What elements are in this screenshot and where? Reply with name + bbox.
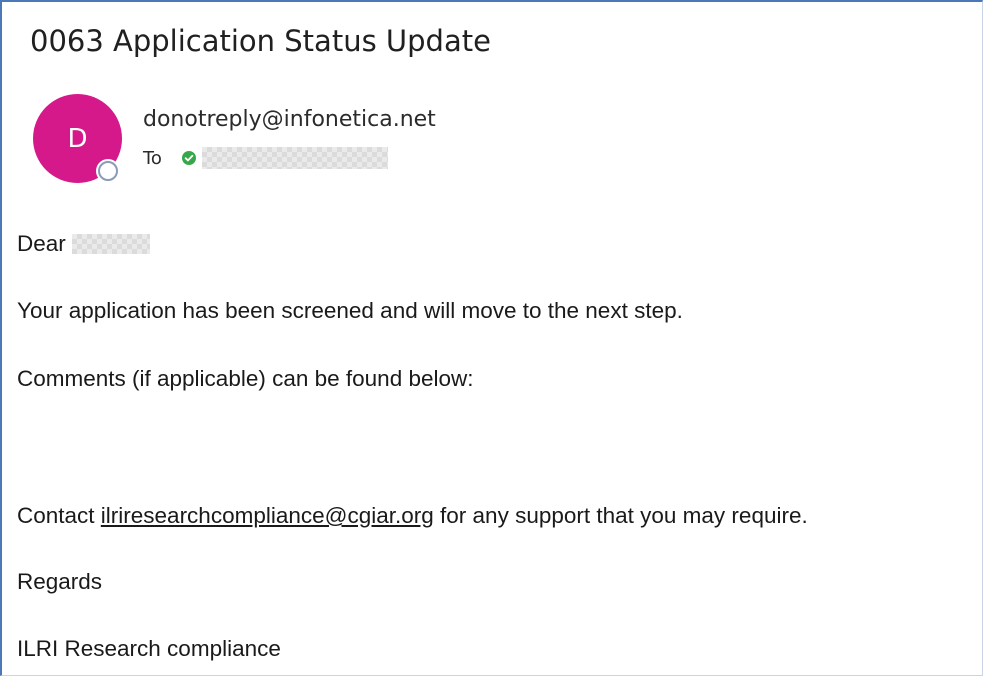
sender-address[interactable]: donotreply@infonetica.net <box>143 107 436 132</box>
greeting-line: Dear <box>17 231 150 257</box>
comments-intro: Comments (if applicable) can be found be… <box>17 366 474 391</box>
closing-line: Regards <box>17 569 103 594</box>
email-reading-pane: 0063 Application Status Update D donotre… <box>0 0 983 676</box>
recipient-row: To <box>143 146 388 170</box>
greeting-text: Dear <box>17 231 66 256</box>
contact-prefix: Contact <box>17 503 101 528</box>
to-label: To <box>143 147 162 169</box>
recipient-name-redacted <box>71 234 150 254</box>
email-subject: 0063 Application Status Update <box>30 24 491 58</box>
recipient-redacted[interactable] <box>201 147 388 169</box>
check-circle-icon <box>181 151 196 165</box>
signature-line: ILRI Research compliance <box>17 636 281 661</box>
contact-suffix: for any support that you may require. <box>433 503 808 528</box>
avatar-initial: D <box>67 123 88 154</box>
contact-email-link[interactable]: ilriresearchcompliance@cgiar.org <box>101 503 434 528</box>
status-message: Your application has been screened and w… <box>17 298 683 323</box>
presence-status-icon <box>98 161 118 181</box>
contact-line: Contact ilriresearchcompliance@cgiar.org… <box>17 503 808 529</box>
